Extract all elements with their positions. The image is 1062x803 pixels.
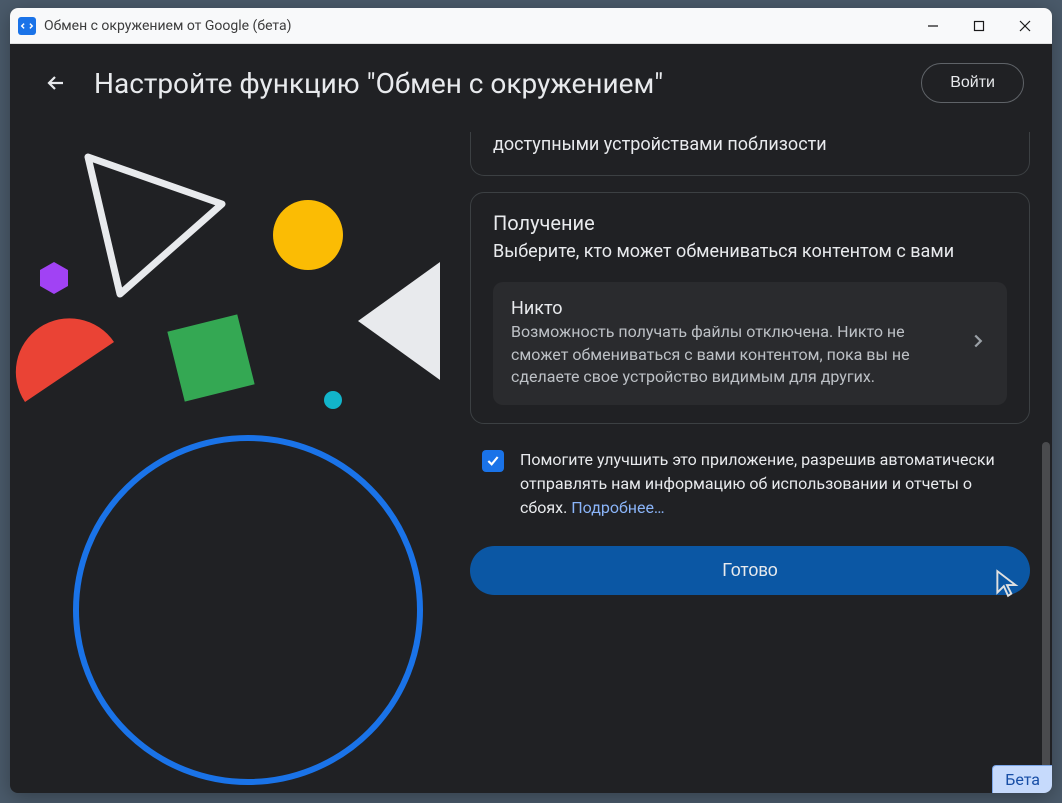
share-card-fragment: доступными устройствами поблизости [470, 132, 1030, 176]
minimize-button[interactable] [910, 10, 956, 42]
app-header: Настройте функцию "Обмен с окружением" В… [10, 44, 1052, 122]
window-titlebar: Обмен с окружением от Google (бета) [10, 8, 1052, 44]
consent-row: Помогите улучшить это приложение, разреш… [470, 440, 1030, 524]
chevron-right-icon [967, 330, 989, 356]
window-controls [910, 10, 1048, 42]
close-button[interactable] [1002, 10, 1048, 42]
visibility-option[interactable]: Никто Возможность получать файлы отключе… [493, 282, 1007, 404]
beta-badge: Бета [992, 765, 1052, 793]
decorative-shapes [10, 132, 460, 793]
scrollbar-thumb[interactable] [1042, 442, 1050, 782]
receive-title: Получение [493, 211, 1007, 235]
window-title: Обмен с окружением от Google (бета) [44, 18, 910, 34]
page-title: Настройте функцию "Обмен с окружением" [94, 67, 901, 100]
visibility-description: Возможность получать файлы отключена. Ни… [511, 321, 957, 388]
share-card-text: доступными устройствами поблизости [493, 132, 1007, 157]
consent-checkbox[interactable] [482, 450, 504, 472]
done-button[interactable]: Готово [470, 546, 1030, 595]
maximize-button[interactable] [956, 10, 1002, 42]
visibility-body: Никто Возможность получать файлы отключе… [511, 298, 957, 388]
signin-button[interactable]: Войти [921, 63, 1024, 103]
settings-panel: доступными устройствами поблизости Получ… [460, 132, 1052, 793]
receive-card: Получение Выберите, кто может обменивать… [470, 192, 1030, 423]
app-window: Обмен с окружением от Google (бета) Наст… [10, 8, 1052, 793]
back-button[interactable] [38, 65, 74, 101]
learn-more-link[interactable]: Подробнее… [571, 498, 664, 517]
scrollbar[interactable] [1040, 262, 1050, 793]
app-icon [18, 17, 36, 35]
content-area: доступными устройствами поблизости Получ… [10, 122, 1052, 793]
visibility-title: Никто [511, 298, 957, 319]
receive-subtitle: Выберите, кто может обмениваться контент… [493, 239, 1007, 264]
consent-text: Помогите улучшить это приложение, разреш… [520, 448, 1018, 520]
